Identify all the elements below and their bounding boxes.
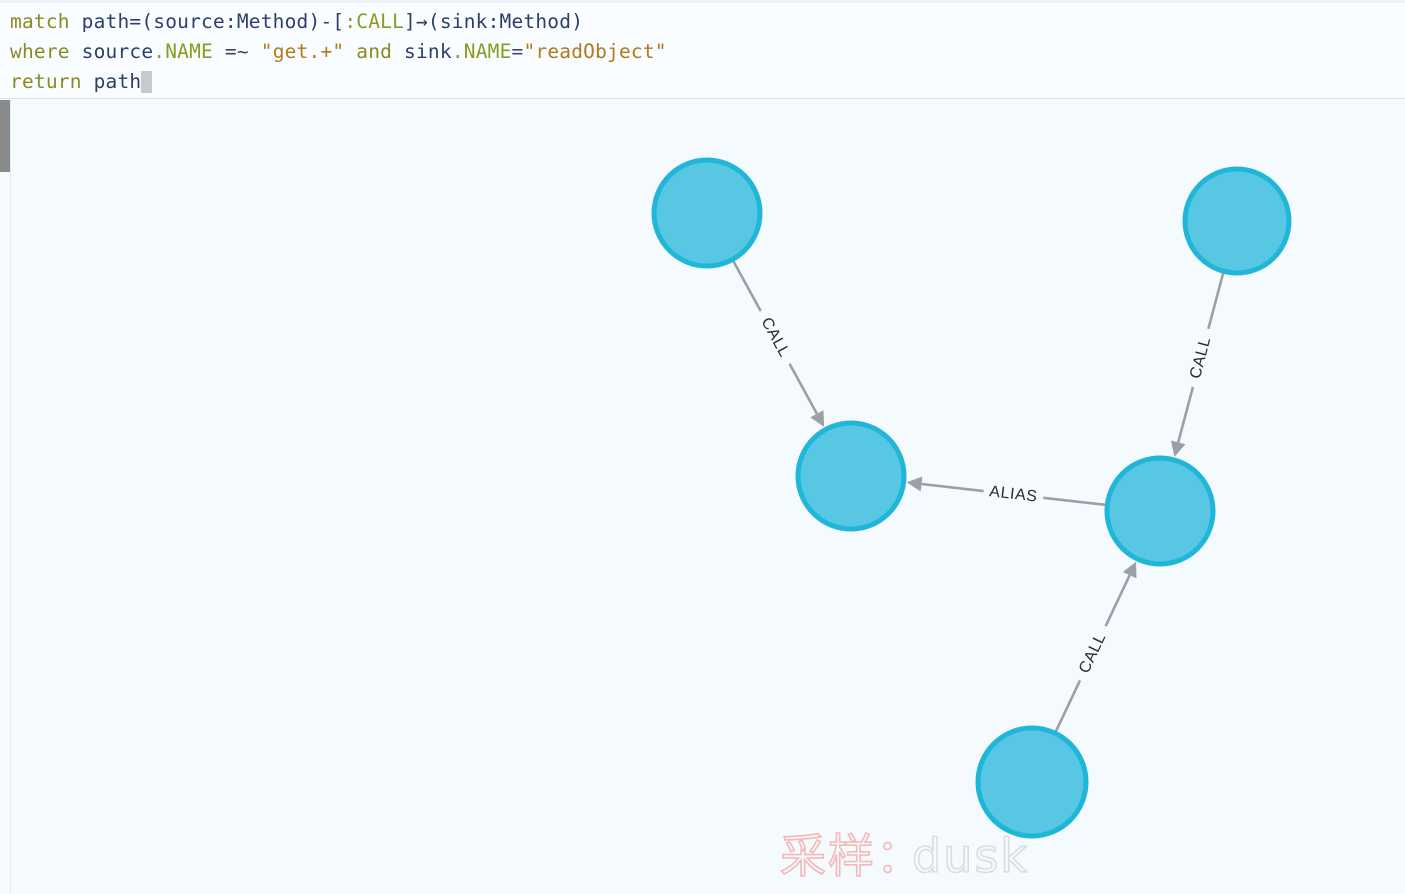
graph-svg: CALL CALL ALIAS CALL bbox=[651, 157, 1292, 839]
graph-node-bottom[interactable] bbox=[975, 725, 1089, 839]
edge-segment bbox=[1104, 574, 1131, 627]
graph-query-app: match path=(source:Method)-[:CALL]→(sink… bbox=[0, 0, 1405, 894]
graph-node-middle-right[interactable] bbox=[1104, 455, 1216, 567]
graph-edge-alias[interactable]: ALIAS bbox=[906, 476, 1106, 507]
edge-label: ALIAS bbox=[988, 483, 1038, 505]
edge-label: CALL bbox=[1076, 630, 1109, 676]
graph-visualization-canvas[interactable]: CALL CALL ALIAS CALL bbox=[10, 100, 1405, 894]
edge-arrowhead-icon bbox=[1170, 440, 1186, 457]
edge-label: CALL bbox=[1187, 335, 1214, 380]
edge-segment bbox=[732, 260, 762, 312]
graph-node-center[interactable] bbox=[795, 420, 907, 532]
edge-segment bbox=[921, 482, 984, 493]
graph-node-top-left[interactable] bbox=[651, 157, 763, 269]
graph-edge-call-3[interactable]: CALL bbox=[1054, 561, 1137, 732]
edge-arrowhead-icon bbox=[906, 476, 923, 492]
edge-segment bbox=[1054, 679, 1082, 732]
graph-edge-call-2[interactable]: CALL bbox=[1170, 272, 1225, 457]
edge-segment bbox=[1176, 386, 1195, 443]
edge-label: CALL bbox=[758, 315, 793, 360]
edge-segment bbox=[788, 363, 819, 415]
edge-segment bbox=[1207, 272, 1225, 330]
edge-segment bbox=[1043, 496, 1106, 507]
graph-edge-call-1[interactable]: CALL bbox=[732, 260, 825, 427]
graph-node-top-right[interactable] bbox=[1182, 166, 1292, 276]
graph-node-layer bbox=[651, 157, 1292, 839]
